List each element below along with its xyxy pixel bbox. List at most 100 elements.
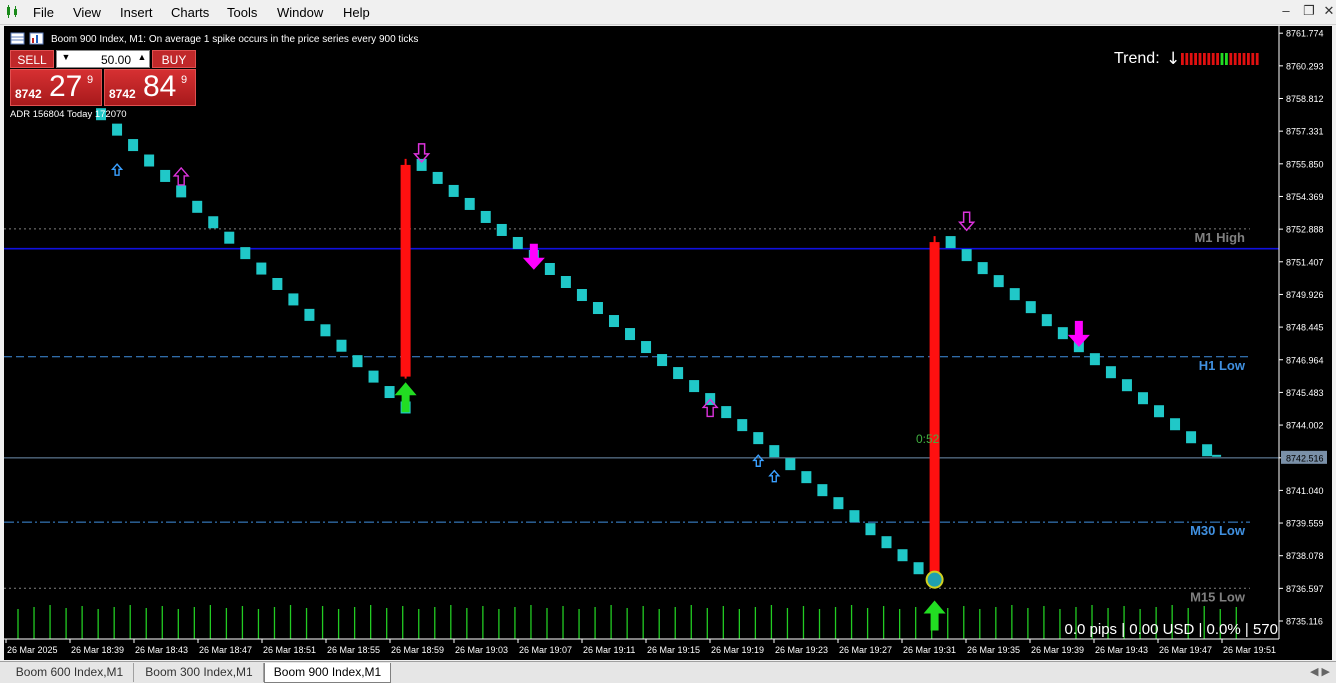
time-axis-label: 26 Mar 18:39 [71,645,124,655]
menu-bar: File View Insert Charts Tools Window Hel… [0,0,1336,25]
trend-meter-bar [1194,53,1197,65]
time-axis-label: 26 Mar 18:59 [391,645,444,655]
level-label: H1 Low [1199,358,1246,373]
candle [817,484,828,497]
minimize-icon[interactable]: – [1277,3,1295,18]
time-axis-label: 26 Mar 19:35 [967,645,1020,655]
candle [288,293,299,306]
trend-label: Trend: [1114,50,1160,67]
candle [1057,327,1068,340]
trend-meter-bar [1181,53,1184,65]
price-chart[interactable]: M1 High H1 Low M30 Low M15 Low 8761.774 8760… [4,26,1332,660]
ask-price-prefix: 8742 [109,87,136,101]
price-axis-label: 8738.078 [1286,551,1324,561]
buy-signal-arrow-icon [394,382,417,413]
menu-view[interactable]: View [73,5,101,20]
candle [496,223,507,236]
level-label: M30 Low [1190,523,1246,538]
trend-meter-bar [1225,53,1228,65]
close-icon[interactable]: ✕ [1320,3,1336,19]
trend-meter-bar [1233,53,1237,65]
candle [1186,431,1197,444]
menu-file[interactable]: File [33,5,54,20]
menu-tools[interactable]: Tools [227,5,257,20]
price-axis-label: 8745.483 [1286,388,1324,398]
sell-signal-arrow-icon [1067,320,1090,347]
candle [432,171,443,184]
candle [352,355,363,368]
price-axis-label: 8739.559 [1286,519,1324,529]
candle [945,236,956,249]
chart-header: Boom 900 Index, M1: On average 1 spike o… [51,34,418,45]
tab-scroll-arrows-icon[interactable]: ◀ ▶ [1310,665,1330,678]
tab-boom-900[interactable]: Boom 900 Index,M1 [264,663,391,683]
up-marker-icon [172,166,190,186]
candle [641,341,652,354]
candle [721,406,732,419]
trend-meter-bar [1207,53,1211,65]
chart-header-icon [10,32,44,45]
menu-charts[interactable]: Charts [171,5,209,20]
candle [160,169,171,182]
candle [769,445,780,458]
bid-price-pipette: 9 [87,74,94,86]
tab-boom-600[interactable]: Boom 600 Index,M1 [6,663,134,682]
ask-price-main: 84 [143,70,177,103]
price-axis-label: 8748.445 [1286,323,1324,333]
candle [1041,314,1052,327]
bid-price-main: 27 [49,70,83,103]
time-axis-label: 26 Mar 19:43 [1095,645,1148,655]
price-axis-label: 8735.116 [1286,617,1323,627]
chart-tabs: Boom 600 Index,M1 Boom 300 Index,M1 Boom… [0,661,1336,683]
candle [576,289,587,302]
candle [560,276,571,289]
price-axis-label: 8744.002 [1286,421,1324,431]
trend-meter-bar [1211,53,1215,65]
restore-icon[interactable]: ❐ [1300,3,1318,19]
sell-button[interactable]: SELL [10,50,54,68]
ask-price-box[interactable]: 8742 84 9 [104,69,196,106]
sell-signal-arrow-icon [522,243,545,270]
menu-help[interactable]: Help [343,5,370,20]
candle [689,380,700,393]
time-axis-label: 26 Mar 18:47 [199,645,252,655]
chart-area[interactable]: M1 High H1 Low M30 Low M15 Low 8761.774 8760… [4,26,1332,660]
candle [128,139,139,152]
up-marker-icon [768,469,781,483]
candle [753,432,764,445]
time-axis-label: 26 Mar 19:15 [647,645,700,655]
candle [1121,379,1132,392]
time-axis-label: 26 Mar 19:31 [903,645,956,655]
lot-size-value[interactable]: 50.00 [81,53,131,67]
adr-text: ADR 156804 Today 172070 [10,109,127,120]
trend-meter-bar [1203,53,1206,65]
bid-price-box[interactable]: 8742 27 9 [10,69,102,106]
candle [368,370,379,383]
candle [256,262,267,275]
candle [881,536,892,549]
price-axis-label: 8746.964 [1286,355,1324,365]
menu-insert[interactable]: Insert [120,5,153,20]
level-label: M15 Low [1190,589,1246,604]
candle [240,247,251,260]
candle [144,154,155,167]
menu-window[interactable]: Window [277,5,323,20]
trend-down-arrow-icon: ↓ [1166,49,1180,69]
lot-size-input[interactable]: ▼ 50.00 ▲ [56,50,150,68]
one-click-trading-panel: SELL ▼ 50.00 ▲ BUY 8742 27 9 8742 84 9 [10,50,196,106]
candle [448,184,459,197]
lot-increase-icon[interactable]: ▲ [135,52,149,62]
candle [673,367,684,380]
lot-decrease-icon[interactable]: ▼ [59,52,73,62]
time-axis-label: 26 Mar 2025 [7,645,58,655]
candle [801,471,812,484]
price-axis-label: 8752.888 [1286,225,1324,235]
price-axis-label: 8760.293 [1286,61,1324,71]
up-marker-icon [752,454,765,467]
chart-app-icon[interactable] [6,4,20,19]
up-marker-icon [110,163,124,176]
candle [897,549,908,562]
candle [608,315,619,328]
buy-button[interactable]: BUY [152,50,196,68]
tab-boom-300[interactable]: Boom 300 Index,M1 [135,663,264,682]
